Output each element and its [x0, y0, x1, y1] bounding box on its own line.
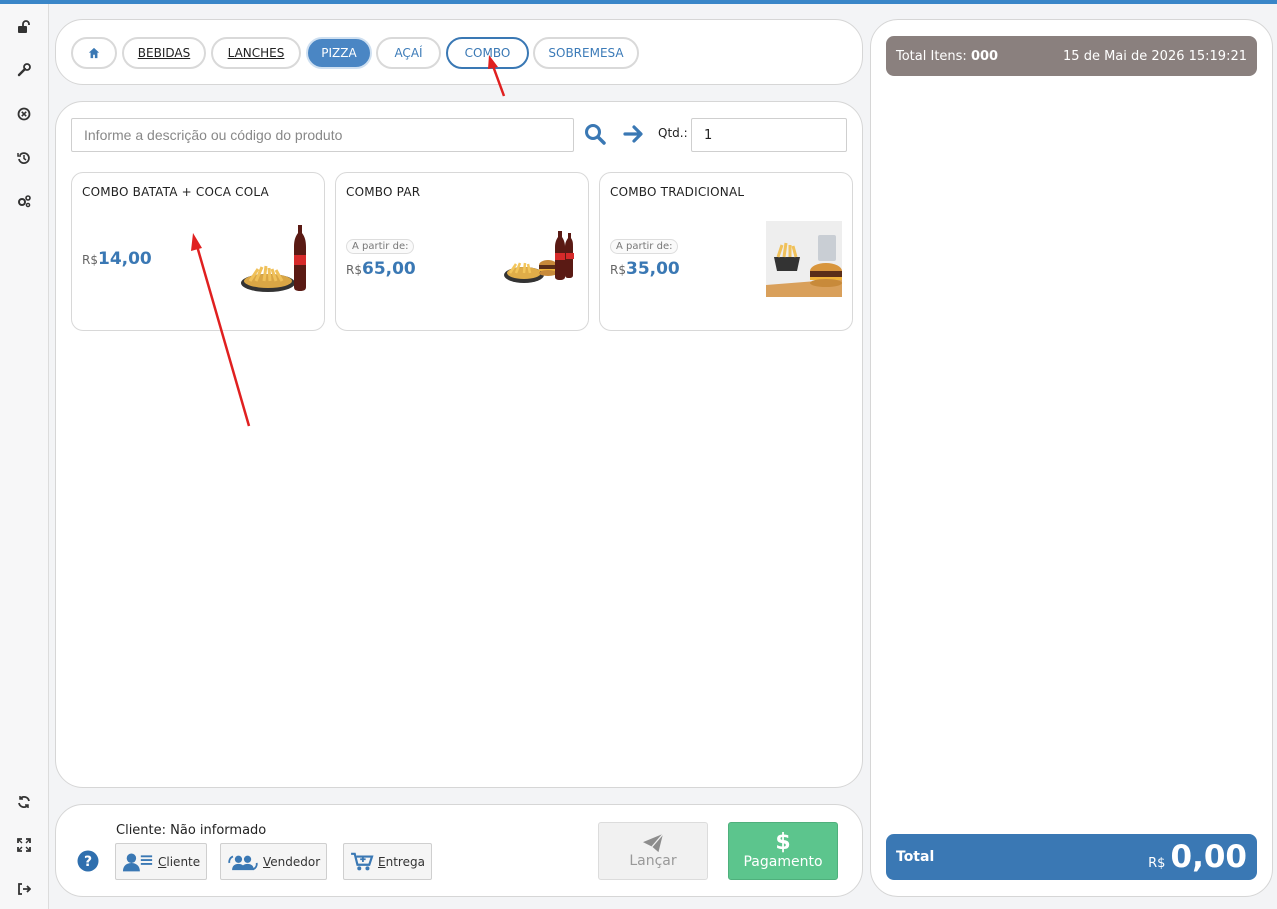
- search-input[interactable]: [71, 118, 574, 152]
- total-items: Total Itens: 000: [896, 49, 998, 64]
- user-list-icon: [122, 853, 153, 871]
- total-label: Total: [896, 849, 935, 865]
- arrow-right-icon[interactable]: [623, 123, 645, 145]
- client-button[interactable]: Cliente: [115, 843, 208, 880]
- total-items-label: Total Itens:: [896, 48, 967, 64]
- category-bebidas[interactable]: BEBIDAS: [122, 37, 206, 69]
- quantity-label: Qtd.:: [658, 126, 688, 140]
- seller-button[interactable]: Vendedor: [220, 843, 328, 880]
- settings-icon[interactable]: [14, 191, 34, 211]
- client-status: Cliente: Não informado: [116, 823, 267, 838]
- price-value: 35,00: [625, 259, 680, 279]
- left-sidebar: [0, 4, 49, 909]
- from-price-badge: A partir de:: [346, 239, 415, 254]
- product-image: [241, 225, 306, 292]
- category-lanches[interactable]: LANCHES: [211, 37, 301, 69]
- svg-text:?: ?: [84, 854, 92, 870]
- total-items-value: 000: [970, 48, 999, 64]
- product-card[interactable]: COMBO TRADICIONAL A partir de: R$35,00: [599, 172, 853, 331]
- dollar-icon: $: [775, 830, 791, 855]
- launch-button[interactable]: Lançar: [598, 822, 708, 880]
- paper-plane-icon: [643, 833, 664, 853]
- category-label: LANCHES: [227, 46, 285, 60]
- delivery-button[interactable]: Entrega: [343, 843, 432, 880]
- product-image: [504, 231, 574, 283]
- top-accent-bar: [0, 0, 1277, 4]
- history-icon[interactable]: [14, 148, 34, 168]
- cancel-icon[interactable]: [14, 104, 34, 124]
- cart-panel: Total Itens: 000 15 de Mai de 2026 15:19…: [870, 19, 1273, 897]
- cart-header: Total Itens: 000 15 de Mai de 2026 15:19…: [886, 36, 1257, 76]
- from-price-badge: A partir de:: [610, 239, 679, 254]
- category-label: SOBREMESA: [548, 46, 624, 60]
- payment-button-label: Pagamento: [743, 854, 823, 870]
- currency-label: R$: [346, 263, 362, 277]
- product-price: R$14,00: [82, 249, 152, 269]
- price-value: 65,00: [361, 259, 416, 279]
- category-combo[interactable]: COMBO: [446, 37, 529, 69]
- product-card[interactable]: COMBO PAR A partir de: R$65,00: [335, 172, 589, 331]
- currency-label: R$: [610, 263, 626, 277]
- category-label: BEBIDAS: [137, 46, 191, 60]
- product-price: R$65,00: [346, 259, 416, 279]
- search-icon[interactable]: [584, 123, 606, 145]
- category-bar: BEBIDAS LANCHES PIZZA AÇAÍ COMBO SOBREME…: [55, 19, 863, 85]
- cart-datetime: 15 de Mai de 2026 15:19:21: [1063, 48, 1247, 64]
- home-icon: [88, 47, 100, 59]
- product-image: [766, 221, 842, 297]
- logout-icon[interactable]: [14, 879, 34, 899]
- products-panel: Qtd.: COMBO BATATA + COCA COLA R$14,00 C…: [55, 101, 863, 788]
- total-amount: R$ 0,00: [1148, 839, 1247, 875]
- price-value: 14,00: [97, 249, 152, 269]
- product-name: COMBO PAR: [346, 185, 421, 199]
- unlock-icon[interactable]: [14, 17, 34, 37]
- cart-plus-icon: [351, 852, 374, 870]
- seller-button-label: Vendedor: [263, 854, 321, 869]
- refresh-icon[interactable]: [14, 792, 34, 812]
- category-pizza[interactable]: PIZZA: [306, 37, 372, 69]
- category-label: COMBO: [464, 46, 511, 60]
- category-acai[interactable]: AÇAÍ: [376, 37, 441, 69]
- launch-button-label: Lançar: [629, 853, 677, 869]
- quantity-input[interactable]: [691, 118, 847, 152]
- product-card[interactable]: COMBO BATATA + COCA COLA R$14,00: [71, 172, 325, 331]
- cart-total-bar: Total R$ 0,00: [886, 834, 1257, 880]
- total-value: 0,00: [1170, 839, 1248, 875]
- wrench-icon[interactable]: [14, 60, 34, 80]
- help-icon[interactable]: ?: [77, 850, 99, 872]
- users-swap-icon: [228, 855, 258, 870]
- action-bar: Cliente: Não informado ? Cliente Vendedo…: [55, 804, 863, 897]
- payment-button[interactable]: $ Pagamento: [728, 822, 838, 880]
- product-price: R$35,00: [610, 259, 680, 279]
- category-label: PIZZA: [321, 46, 357, 60]
- product-name: COMBO BATATA + COCA COLA: [82, 185, 269, 199]
- category-sobremesa[interactable]: SOBREMESA: [533, 37, 639, 69]
- client-button-label: Cliente: [158, 854, 201, 869]
- delivery-button-label: Entrega: [378, 854, 425, 869]
- total-currency: R$: [1148, 856, 1166, 871]
- category-label: AÇAÍ: [394, 46, 423, 60]
- currency-label: R$: [82, 253, 98, 267]
- product-name: COMBO TRADICIONAL: [610, 185, 745, 199]
- home-button[interactable]: [71, 37, 117, 69]
- fullscreen-icon[interactable]: [14, 835, 34, 855]
